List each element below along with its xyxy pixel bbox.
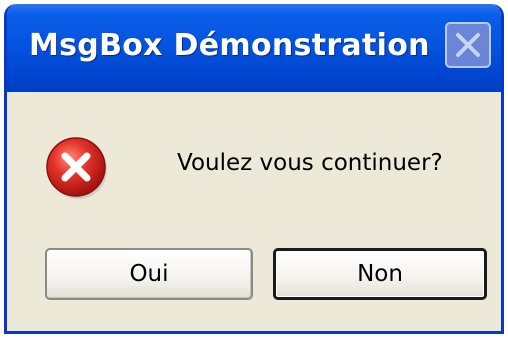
non-button-label: Non — [357, 261, 403, 287]
dialog-message: Voulez vous continuer? — [177, 150, 443, 176]
oui-button[interactable]: Oui — [45, 248, 253, 300]
close-button[interactable] — [445, 22, 491, 68]
error-icon — [46, 137, 107, 199]
close-icon — [456, 33, 480, 57]
dialog-body: Voulez vous continuer? Oui Non — [7, 92, 501, 331]
msgbox-window: MsgBox Démonstration Voulez vous continu… — [4, 4, 504, 334]
window-title: MsgBox Démonstration — [29, 28, 430, 63]
non-button[interactable]: Non — [273, 248, 487, 300]
title-bar[interactable]: MsgBox Démonstration — [7, 4, 501, 92]
oui-button-label: Oui — [129, 261, 169, 287]
